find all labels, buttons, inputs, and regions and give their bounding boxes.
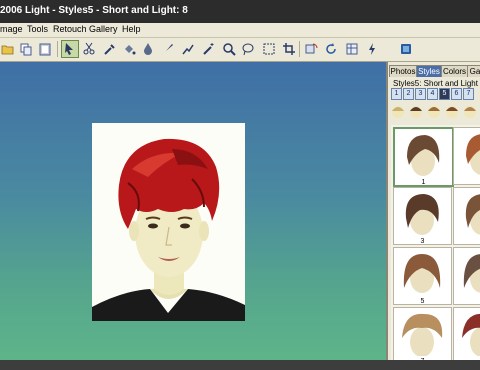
tab-gallery[interactable]: Ga (467, 65, 480, 77)
page-button-6[interactable]: 6 (451, 88, 462, 100)
style-thumbnail-grid: 1 3 5 7 (391, 125, 480, 360)
toolbar (0, 38, 480, 62)
style-thumbnail[interactable] (453, 307, 480, 360)
style-thumbnail[interactable] (453, 187, 480, 245)
page-button-7[interactable]: 7 (463, 88, 474, 100)
eyedropper-icon[interactable] (102, 41, 118, 57)
style-thumbnail[interactable] (453, 247, 480, 305)
style-thumbnail[interactable] (453, 127, 480, 185)
page-button-4[interactable]: 4 (427, 88, 438, 100)
window-title: 2006 Light - Styles5 - Short and Light: … (0, 5, 188, 16)
menu-help[interactable]: Help (122, 24, 141, 34)
grid-icon[interactable] (344, 41, 360, 57)
hairstyle-preview (407, 135, 440, 176)
thumbnail-number: 5 (420, 298, 425, 305)
page-button-3[interactable]: 3 (415, 88, 426, 100)
styles-panel: Photos Styles Colors Ga Styles5: Short a… (388, 62, 480, 360)
style-thumbnail[interactable]: 1 (393, 127, 454, 187)
hairstyle-preview (466, 134, 480, 175)
hairstyle-preview (405, 194, 439, 235)
menu-retouch[interactable]: Retouch (53, 24, 87, 34)
style-thumbnail[interactable]: 7 (393, 307, 452, 360)
style-thumbnail[interactable]: 3 (393, 187, 452, 245)
refresh-icon[interactable] (323, 41, 339, 57)
styles-set-label: Styles5: Short and Light (393, 79, 478, 88)
style-thumbnail[interactable]: 5 (393, 247, 452, 305)
hairstyle-preview (403, 254, 441, 293)
page-button-2[interactable]: 2 (403, 88, 414, 100)
brush-icon[interactable] (160, 41, 176, 57)
tab-photos[interactable]: Photos (389, 65, 417, 77)
crop-icon[interactable] (281, 41, 297, 57)
face-category-icon[interactable] (408, 103, 424, 119)
menu-tools[interactable]: Tools (27, 24, 48, 34)
menu-gallery[interactable]: Gallery (89, 24, 118, 34)
title-bar: 2006 Light - Styles5 - Short and Light: … (0, 0, 480, 23)
portrait-photo[interactable] (92, 123, 245, 321)
face-category-icon[interactable] (444, 103, 460, 119)
thumbnail-number: 3 (420, 238, 425, 245)
menu-bar: mage Tools Retouch Gallery Help (0, 23, 480, 38)
open-icon[interactable] (0, 41, 16, 57)
menu-image[interactable]: mage (0, 24, 23, 34)
drop-icon[interactable] (140, 41, 156, 57)
status-bar (0, 360, 480, 370)
page-button-1[interactable]: 1 (391, 88, 402, 100)
info-icon[interactable] (398, 41, 414, 57)
rectangle-select-icon[interactable] (261, 41, 277, 57)
scissors-icon[interactable] (81, 41, 97, 57)
tab-styles[interactable]: Styles (416, 65, 442, 77)
magic-wand-icon[interactable] (201, 41, 217, 57)
face-category-icon[interactable] (426, 103, 442, 119)
fill-icon[interactable] (121, 41, 137, 57)
hairstyle-preview (465, 194, 480, 235)
zoom-icon[interactable] (221, 41, 237, 57)
face-category-icon[interactable] (462, 103, 478, 119)
rotate-icon[interactable] (303, 41, 319, 57)
portrait-image (92, 123, 245, 321)
copy-icon[interactable] (18, 41, 34, 57)
paste-icon[interactable] (37, 41, 53, 57)
flash-icon[interactable] (364, 41, 380, 57)
panel-tabs: Photos Styles Colors Ga (388, 65, 480, 77)
tab-colors[interactable]: Colors (441, 65, 468, 77)
hairstyle-preview (463, 254, 480, 293)
face-category-icon[interactable] (390, 103, 406, 119)
toolbar-separator (299, 41, 300, 57)
smudge-icon[interactable] (180, 41, 196, 57)
toolbar-separator (57, 41, 58, 57)
page-button-5[interactable]: 5 (439, 88, 450, 100)
hairstyle-preview (462, 313, 480, 357)
pointer-icon[interactable] (61, 40, 79, 58)
lasso-icon[interactable] (240, 41, 256, 57)
thumbnail-number: 1 (421, 179, 426, 186)
hairstyle-preview (402, 313, 443, 357)
